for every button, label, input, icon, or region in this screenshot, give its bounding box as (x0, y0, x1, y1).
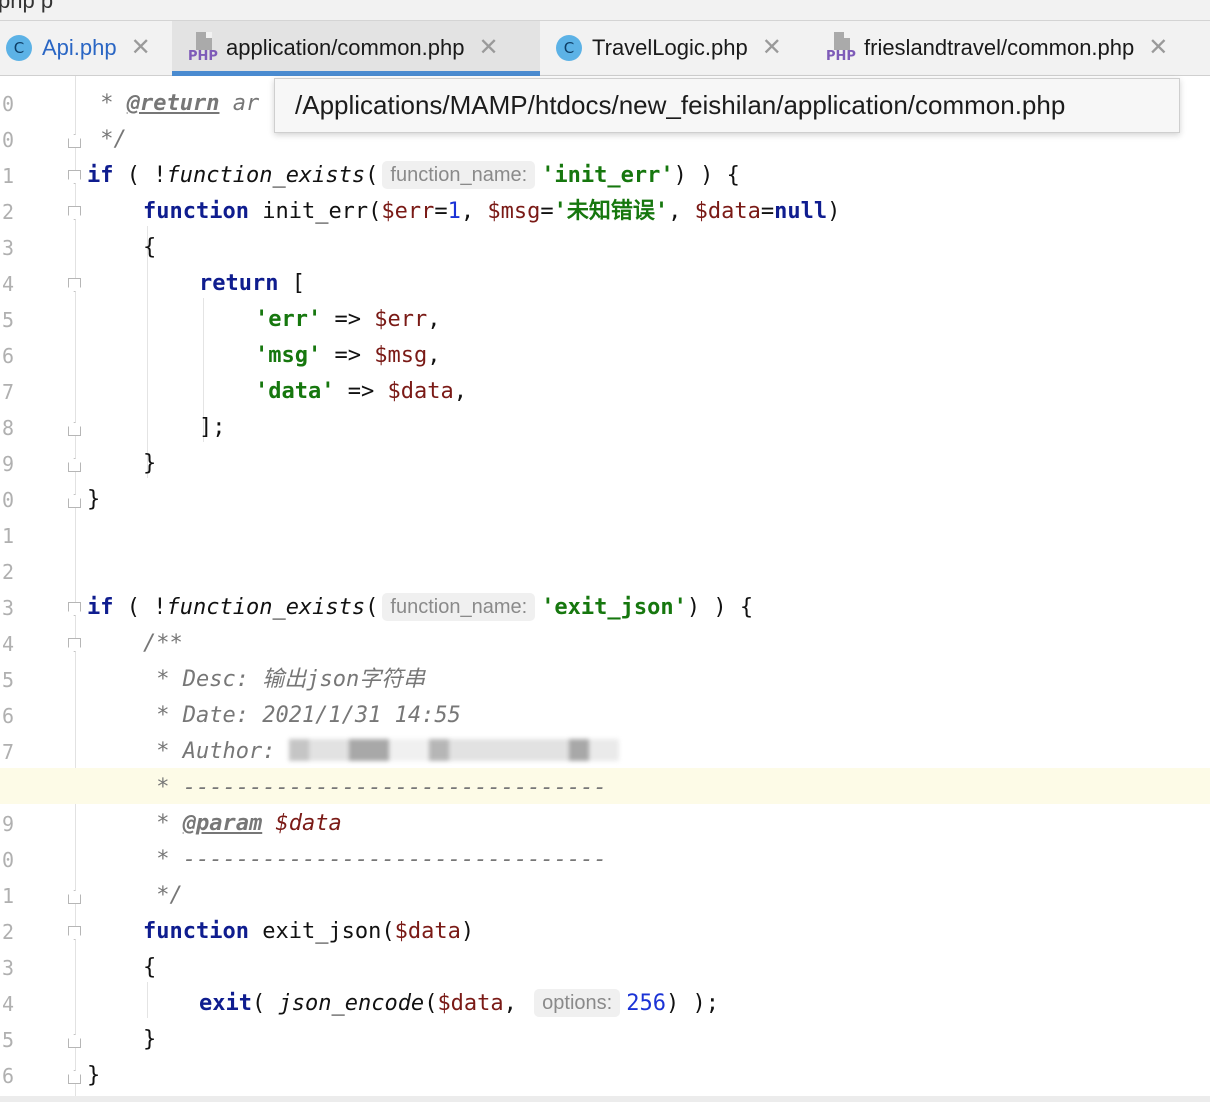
code-line: ]; (199, 415, 226, 440)
previous-toolbar-edge: php p (0, 0, 1210, 20)
code-line: 'err' => $err, (255, 307, 441, 332)
line-number-gutter[interactable]: 0 0 1 2 3 4 5 6 7 8 9 0 1 2 3 4 5 6 7 8 … (0, 76, 81, 1102)
tab-api-php[interactable]: C Api.php ✕ (6, 21, 166, 75)
code-line: { (143, 955, 157, 980)
redacted-email (288, 739, 619, 761)
class-icon: C (6, 35, 32, 61)
code-editor[interactable]: * @return ar */ if ( !function_exists(fu… (0, 76, 1210, 1102)
code-line: function init_err($err=1, $msg='未知错误', $… (143, 199, 841, 224)
parameter-hint: function_name: (382, 161, 536, 189)
code-line: return [ (199, 271, 305, 296)
code-line: } (143, 451, 157, 476)
close-icon[interactable]: ✕ (478, 36, 498, 60)
code-line: function exit_json($data) (143, 919, 475, 944)
code-line: * -------------------------------- (143, 775, 607, 800)
file-path-tooltip: /Applications/MAMP/htdocs/new_feishilan/… (274, 78, 1180, 133)
code-line: * @return ar (87, 91, 260, 116)
close-icon[interactable]: ✕ (762, 36, 782, 60)
tab-label: frieslandtravel/common.php (864, 35, 1135, 60)
class-icon: C (556, 35, 582, 61)
tab-travellogic-php[interactable]: C TravelLogic.php ✕ (556, 21, 806, 75)
code-line: */ (143, 883, 183, 908)
code-line: 'msg' => $msg, (255, 343, 441, 368)
tab-label: Api.php (42, 35, 117, 60)
tab-label: application/common.php (226, 35, 465, 60)
code-line: } (143, 1027, 157, 1052)
code-line: 'data' => $data, (255, 379, 467, 404)
code-line: if ( !function_exists(function_name:'ini… (87, 161, 740, 189)
close-icon[interactable]: ✕ (1148, 36, 1168, 60)
code-line: * -------------------------------- (143, 847, 607, 872)
code-line: } (87, 1063, 101, 1088)
code-line: if ( !function_exists(function_name:'exi… (87, 593, 754, 621)
editor-tab-bar: C Api.php ✕ PHP application/common.php ✕… (0, 20, 1210, 76)
parameter-hint: options: (534, 989, 621, 1017)
code-line: * @param $data (143, 811, 342, 836)
tab-label: TravelLogic.php (592, 35, 748, 60)
status-bar-edge (0, 1096, 1210, 1102)
code-line: * Author: (143, 734, 619, 770)
code-line: * Date: 2021/1/31 14:55 (143, 703, 461, 728)
php-file-icon: PHP (188, 32, 220, 64)
tab-frieslandtravel-common-php[interactable]: PHP frieslandtravel/common.php ✕ (826, 21, 1210, 75)
php-file-icon: PHP (826, 32, 858, 64)
tab-application-common-php[interactable]: PHP application/common.php ✕ (172, 21, 540, 76)
parameter-hint: function_name: (382, 593, 536, 621)
code-line: * Desc: 输出json字符串 (143, 667, 426, 692)
close-icon[interactable]: ✕ (131, 36, 151, 60)
code-line: } (87, 487, 101, 512)
code-line: /** (143, 631, 183, 656)
code-line: exit( json_encode($data, options: 256) ); (199, 989, 719, 1017)
code-line: { (143, 235, 157, 260)
code-line: */ (87, 127, 127, 152)
